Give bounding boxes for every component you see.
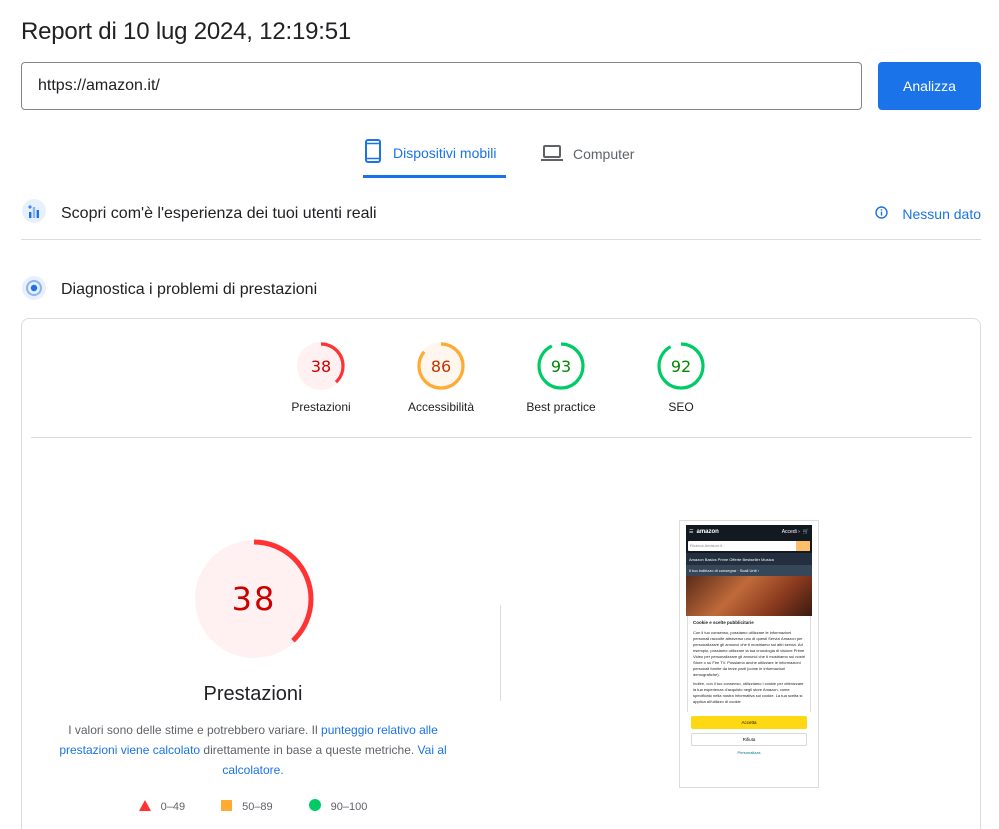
ss-hero-image (686, 576, 812, 616)
score-label: Best practice (526, 400, 596, 414)
ss-accept-button: Accetta (691, 716, 807, 729)
diagnostics-title: Diagnostica i problemi di prestazioni (61, 281, 318, 298)
legend-pass-label: 90–100 (330, 800, 368, 813)
score-value: 92 (671, 357, 691, 376)
performance-gauge: 38 (192, 537, 316, 661)
score-value: 38 (311, 357, 331, 376)
ss-customize-link: Personalizza (737, 750, 761, 755)
score-gauge[interactable]: 38 Prestazioni (261, 341, 381, 414)
legend-average-label: 50–89 (242, 800, 273, 813)
analyze-button[interactable]: Analizza (878, 62, 981, 110)
score-gauge-chart: 38 (297, 342, 345, 390)
score-gauge-chart: 86 (417, 342, 465, 390)
url-input[interactable] (21, 62, 862, 110)
ss-cookie-text-2: Inoltre, con il tuo consenso, utilizziam… (693, 681, 804, 704)
vertical-divider (500, 605, 501, 701)
lighthouse-icon (21, 275, 47, 306)
no-data-link[interactable]: Nessun dato (875, 188, 981, 240)
divider (31, 437, 972, 438)
score-gauges: 38 Prestazioni 86 Accessibilità 93 Best pract… (22, 319, 980, 437)
report-card: 38 Prestazioni 86 Accessibilità 93 Best pract… (21, 318, 981, 829)
ss-search: Ricerca Amazon.it (686, 539, 812, 553)
ss-cookie-dialog: Cookie e scelte pubblicitarie Con il tuo… (687, 616, 811, 712)
crux-title: Scopri com'è l'esperienza dei tuoi utent… (61, 204, 377, 222)
ss-nav: Amazon Basics Prime Offerte Bestseller M… (686, 553, 812, 565)
diagnostics-section: Diagnostica i problemi di prestazioni (21, 264, 981, 316)
ss-search-input: Ricerca Amazon.it (688, 541, 796, 551)
score-value: 86 (431, 357, 451, 376)
square-icon (221, 799, 233, 814)
smartphone-icon (363, 139, 393, 166)
score-value: 93 (551, 357, 571, 376)
score-gauge[interactable]: 92 SEO (621, 341, 741, 414)
performance-score: 38 (232, 580, 277, 618)
desc-text-2: direttamente in base a queste metriche. (200, 743, 418, 757)
ss-reject-button: Rifiuta (691, 733, 807, 746)
legend-average: 50–89 (221, 799, 273, 814)
ss-account: Accedi › (781, 529, 800, 535)
info-icon (875, 206, 902, 222)
score-legend: 0–49 50–89 90–100 (22, 799, 484, 814)
ss-header: ☰ amazon Accedi › 🛒 (686, 525, 812, 539)
crux-section: Scopri com'è l'esperienza dei tuoi utent… (21, 188, 981, 240)
tab-mobile-label: Dispositivi mobili (393, 144, 497, 161)
tab-mobile[interactable]: Dispositivi mobili (363, 130, 506, 178)
no-data-label: Nessun dato (902, 206, 981, 222)
ss-location: Il tuo indirizzo di consegna · Scali Uni… (686, 565, 812, 576)
performance-title: Prestazioni (203, 683, 303, 705)
device-tabs: Dispositivi mobili Computer (0, 130, 999, 178)
tab-desktop[interactable]: Computer (541, 130, 651, 178)
score-label: Prestazioni (291, 400, 351, 414)
laptop-icon (541, 144, 573, 165)
performance-description: I valori sono delle stime e potrebbero v… (58, 720, 448, 780)
ss-cookie-text-1: Con il tuo consenso, possiamo utilizzare… (693, 630, 805, 677)
users-chart-icon (21, 198, 47, 229)
tab-desktop-label: Computer (573, 146, 635, 162)
triangle-icon (138, 799, 151, 814)
legend-pass: 90–100 (308, 799, 368, 814)
desc-text-1: I valori sono delle stime e potrebbero v… (68, 723, 322, 737)
score-gauge-chart: 92 (657, 342, 705, 390)
score-gauge[interactable]: 93 Best practice (501, 341, 621, 414)
circle-icon (308, 799, 321, 814)
score-label: SEO (668, 400, 694, 414)
cart-icon: 🛒 (802, 529, 809, 535)
ss-logo: amazon (696, 529, 719, 535)
page-screenshot[interactable]: ☰ amazon Accedi › 🛒 Ricerca Amazon.it Am… (679, 520, 819, 788)
ss-search-button (796, 541, 810, 551)
score-gauge[interactable]: 86 Accessibilità (381, 341, 501, 414)
legend-fail-label: 0–49 (160, 800, 186, 813)
score-gauge-chart: 93 (537, 342, 585, 390)
score-label: Accessibilità (407, 400, 475, 414)
page-title: Report di 10 lug 2024, 12:19:51 (21, 18, 352, 45)
menu-icon: ☰ (689, 529, 694, 535)
ss-cookie-title: Cookie e scelte pubblicitarie (693, 620, 754, 625)
legend-fail: 0–49 (138, 799, 186, 814)
